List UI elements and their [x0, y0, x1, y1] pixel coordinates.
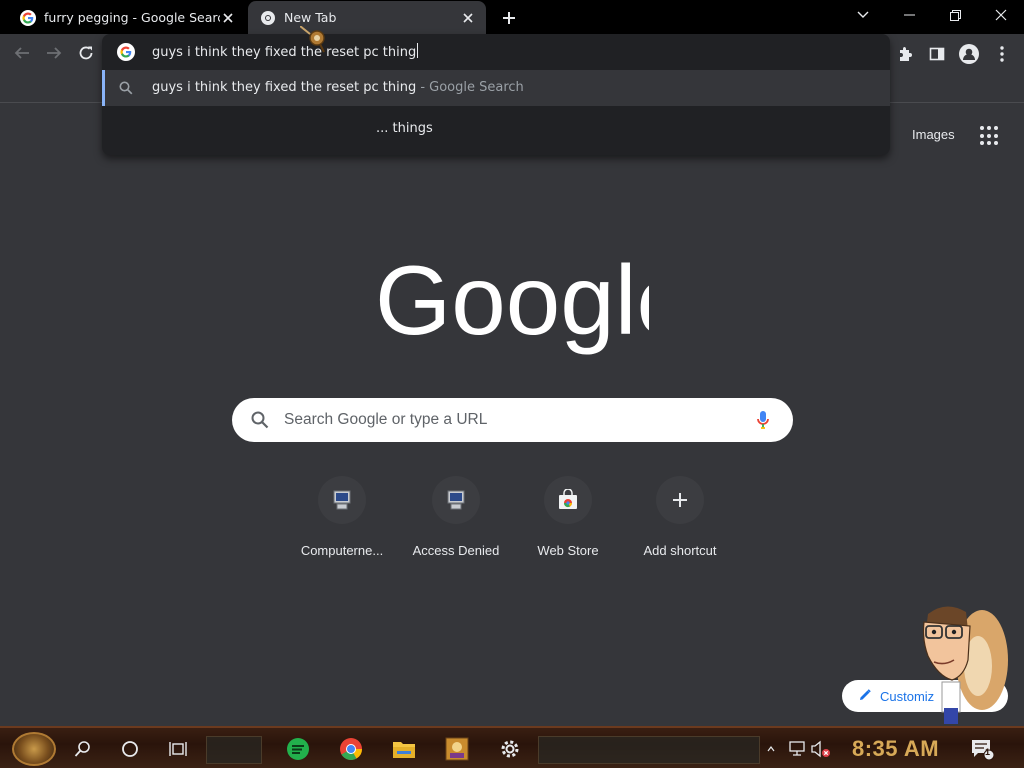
- custom-cursor-icon: [300, 26, 325, 53]
- tab-strip: furry pegging - Google Search New Tab: [0, 0, 1024, 34]
- side-panel-icon[interactable]: [926, 43, 948, 65]
- reload-button[interactable]: [72, 39, 100, 67]
- taskbar-brass-panel: [206, 736, 262, 764]
- shortcut-label: Web Store: [537, 543, 599, 558]
- tab-title: New Tab: [284, 10, 337, 25]
- shortcut-tile[interactable]: Computerne...: [286, 476, 398, 566]
- tab-google-search[interactable]: furry pegging - Google Search: [8, 1, 246, 34]
- address-bar-input[interactable]: guys i think they fixed the reset pc thi…: [152, 43, 419, 60]
- pencil-icon: [858, 688, 872, 705]
- screen: furry pegging - Google Search New Tab Im…: [0, 0, 1024, 768]
- volume-muted-icon[interactable]: [808, 736, 834, 762]
- cortana-circle-icon[interactable]: [117, 736, 143, 762]
- selection-indicator: [102, 70, 105, 106]
- taskbar-clock[interactable]: 8:35 AM: [852, 736, 939, 762]
- suggestion-text: guys i think they fixed the reset pc thi…: [152, 80, 524, 95]
- close-tab-icon[interactable]: [220, 10, 236, 26]
- task-view-icon[interactable]: [165, 736, 191, 762]
- add-shortcut-button[interactable]: Add shortcut: [624, 476, 736, 566]
- windows-taskbar: 8:35 AM 1: [0, 726, 1024, 768]
- shortcut-label: Add shortcut: [643, 543, 717, 558]
- restore-button[interactable]: [932, 0, 978, 30]
- web-store-icon: [544, 476, 592, 524]
- google-logo-text: Google: [375, 252, 649, 355]
- profile-avatar-icon[interactable]: [958, 43, 980, 65]
- chrome-app-icon[interactable]: [338, 736, 364, 762]
- settings-gear-icon[interactable]: [497, 736, 523, 762]
- shortcut-tile[interactable]: Access Denied: [400, 476, 512, 566]
- omnibox-suggestion-search[interactable]: guys i think they fixed the reset pc thi…: [102, 70, 890, 106]
- images-link[interactable]: Images: [912, 127, 955, 142]
- minimize-button[interactable]: [886, 0, 932, 30]
- ntp-search-box[interactable]: Search Google or type a URL: [232, 398, 793, 442]
- omnibox-dropdown: guys i think they fixed the reset pc thi…: [102, 34, 890, 155]
- shortcut-label: Computerne...: [300, 543, 384, 558]
- google-logo: Google: [375, 252, 649, 355]
- omnibox-suggestion-secondary[interactable]: ... things: [376, 121, 433, 136]
- notification-count: 1: [985, 747, 991, 757]
- plus-icon: [656, 476, 704, 524]
- text-caret: [417, 43, 419, 58]
- close-window-button[interactable]: [978, 0, 1024, 30]
- tab-new-tab[interactable]: New Tab: [248, 1, 486, 34]
- chrome-menu-kebab-icon[interactable]: [991, 43, 1013, 65]
- search-placeholder: Search Google or type a URL: [284, 411, 488, 428]
- extensions-puzzle-icon[interactable]: [895, 43, 917, 65]
- microphone-icon[interactable]: [756, 410, 770, 435]
- search-icon: [119, 81, 133, 100]
- shortcut-tile[interactable]: Web Store: [512, 476, 624, 566]
- shortcut-label: Access Denied: [412, 543, 500, 558]
- google-apps-grid-icon[interactable]: [980, 126, 1000, 146]
- game-app-icon[interactable]: [444, 736, 470, 762]
- computer-icon: [432, 476, 480, 524]
- tab-search-chevron-icon[interactable]: [840, 0, 886, 30]
- start-button[interactable]: [12, 732, 56, 766]
- new-tab-button[interactable]: [497, 6, 521, 30]
- search-icon: [251, 411, 269, 434]
- google-favicon-icon: [20, 9, 36, 26]
- action-center-notification-icon[interactable]: 1: [969, 736, 995, 762]
- address-bar[interactable]: guys i think they fixed the reset pc thi…: [102, 34, 890, 70]
- desktop-character-sticker: [922, 606, 1008, 724]
- close-tab-icon[interactable]: [460, 10, 476, 26]
- sheets-app-icon[interactable]: [285, 736, 311, 762]
- computer-icon: [318, 476, 366, 524]
- chrome-favicon-icon: [260, 10, 276, 26]
- search-icon[interactable]: [70, 736, 96, 762]
- taskbar-brass-panel: [538, 736, 760, 764]
- forward-button[interactable]: [40, 39, 68, 67]
- file-explorer-icon[interactable]: [391, 736, 417, 762]
- back-button[interactable]: [8, 39, 36, 67]
- google-g-icon: [117, 43, 135, 61]
- tab-title: furry pegging - Google Search: [44, 10, 220, 25]
- show-hidden-icons-chevron-icon[interactable]: [764, 736, 778, 762]
